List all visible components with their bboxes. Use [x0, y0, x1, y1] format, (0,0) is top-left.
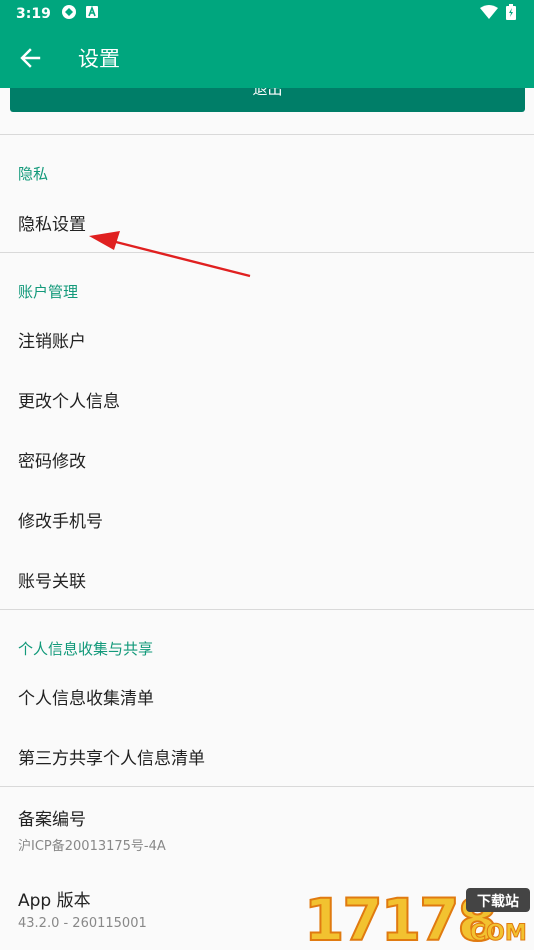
divider — [0, 252, 534, 253]
divider — [0, 609, 534, 610]
list-item-change-password[interactable]: 密码修改 — [0, 429, 534, 489]
watermark-domain: COM — [470, 921, 527, 946]
app-bar: 设置 — [0, 28, 534, 88]
logout-button-label: 退出 — [252, 88, 283, 98]
list-item-label: 第三方共享个人信息清单 — [18, 748, 205, 769]
watermark-badge: 下载站 — [477, 893, 519, 910]
section-header-account: 账户管理 — [18, 283, 79, 301]
status-time: 3:19 — [16, 6, 51, 22]
list-item-third-party-sharing[interactable]: 第三方共享个人信息清单 — [0, 726, 534, 786]
list-item-label: 修改手机号 — [18, 511, 103, 532]
list-item-change-phone[interactable]: 修改手机号 — [0, 489, 534, 549]
list-item-label: 隐私设置 — [18, 214, 86, 235]
list-item-label: 注销账户 — [18, 331, 86, 352]
section-header-personal-info: 个人信息收集与共享 — [18, 640, 154, 658]
status-bar: 3:19 — [0, 0, 534, 28]
notification-a-icon — [85, 5, 99, 23]
list-item-delete-account[interactable]: 注销账户 — [0, 309, 534, 369]
watermark-logo: 17178 下载站 COM — [302, 884, 532, 950]
section-header-privacy: 隐私 — [18, 165, 49, 183]
list-item-label: 个人信息收集清单 — [18, 688, 154, 709]
sync-icon — [61, 4, 77, 24]
filing-value: 沪ICP备20013175号-4A — [18, 839, 166, 854]
back-button[interactable] — [0, 28, 62, 88]
list-item-edit-profile[interactable]: 更改个人信息 — [0, 369, 534, 429]
list-item-filing-number[interactable]: 备案编号 沪ICP备20013175号-4A — [0, 787, 534, 857]
list-item-info-collection[interactable]: 个人信息收集清单 — [0, 666, 534, 726]
list-item-privacy-settings[interactable]: 隐私设置 — [0, 192, 534, 252]
page-title: 设置 — [78, 47, 120, 71]
battery-icon — [506, 4, 516, 24]
arrow-left-icon — [20, 48, 41, 68]
list-item-label: 账号关联 — [18, 571, 86, 592]
list-item-label: 更改个人信息 — [18, 391, 120, 412]
wifi-icon — [480, 5, 498, 23]
filing-title: 备案编号 — [18, 810, 86, 830]
list-item-label: 密码修改 — [18, 451, 86, 472]
divider — [0, 134, 534, 135]
logout-button[interactable]: 退出 — [10, 88, 525, 112]
list-item-linked-accounts[interactable]: 账号关联 — [0, 549, 534, 609]
